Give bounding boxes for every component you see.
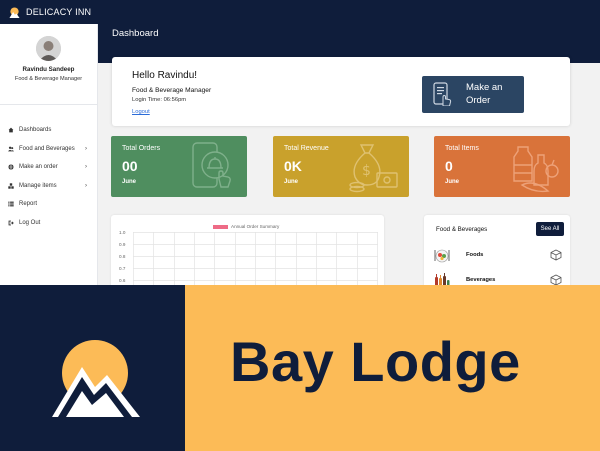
sidebar-item-food-and-beverages[interactable]: Food and Beverages › <box>0 140 97 159</box>
main-content: Dashboard Hello Ravindu! Food & Beverage… <box>98 24 600 285</box>
phone-food-order-icon <box>192 142 231 188</box>
card-period: June <box>284 179 299 185</box>
avatar[interactable] <box>36 36 61 61</box>
greeting-text: Hello Ravindu! <box>132 70 198 81</box>
card-title: Total Items <box>445 145 479 152</box>
top-app-bar: DELICACY INN <box>0 0 600 24</box>
list-item-beverages[interactable]: Beverages <box>434 272 562 285</box>
app-logo-icon <box>9 6 20 18</box>
chevron-right-icon: › <box>85 145 87 152</box>
sidebar-item-label: Manage items <box>19 182 57 189</box>
food-plate-icon <box>434 249 450 263</box>
sidebar-item-label: Dashboards <box>19 127 52 134</box>
y-tick-label: 1.0 <box>119 230 126 235</box>
y-tick-label: 0.6 <box>119 278 126 283</box>
sidebar-item-label: Log Out <box>19 219 41 226</box>
cubes-icon <box>8 183 14 189</box>
list-item-label: Beverages <box>466 277 496 283</box>
avatar-photo-icon <box>36 36 61 61</box>
bottles-icon <box>435 273 450 285</box>
app-title: DELICACY INN <box>26 7 92 17</box>
sidebar-item-dashboards[interactable]: Dashboards <box>0 121 97 140</box>
profile-role: Food & Beverage Manager <box>14 76 83 82</box>
grocery-items-icon <box>513 146 559 193</box>
card-value: 0 <box>445 158 453 174</box>
sidebar-item-make-an-order[interactable]: Make an order › <box>0 158 97 177</box>
logout-link[interactable]: Logout <box>132 109 150 115</box>
list-icon <box>8 201 14 207</box>
brand-logo-panel <box>0 285 185 451</box>
mountain-sun-logo-icon <box>52 340 140 417</box>
sidebar-item-log-out[interactable]: Log Out <box>0 214 97 233</box>
see-all-button[interactable]: See All <box>536 222 564 236</box>
stat-card-total-orders: Total Orders 00 June <box>111 136 247 197</box>
home-icon <box>8 127 14 133</box>
panel-title: Food & Beverages <box>436 226 488 233</box>
sidebar-item-label: Report <box>19 201 38 208</box>
card-title: Total Orders <box>122 145 161 152</box>
stat-card-total-revenue: Total Revenue 0K June $ <box>273 136 409 197</box>
logout-icon <box>8 220 14 226</box>
y-tick-label: 0.7 <box>119 266 126 271</box>
money-bag-icon: $ <box>349 144 398 193</box>
sidebar: Ravindu Sandeep Food & Beverage Manager … <box>0 24 98 285</box>
annual-order-chart: Annual Order Summary 1.0 0.9 0.8 0.7 0.6 <box>111 215 384 285</box>
sidebar-item-label: Food and Beverages <box>19 145 75 152</box>
y-tick-label: 0.8 <box>119 254 126 259</box>
chevron-right-icon: › <box>85 182 87 189</box>
y-tick-label: 0.9 <box>119 242 126 247</box>
welcome-card: Hello Ravindu! Food & Beverage Manager L… <box>112 57 570 126</box>
main-header: Dashboard <box>98 24 600 44</box>
stat-card-total-items: Total Items 0 June <box>434 136 570 197</box>
user-role-text: Food & Beverage Manager <box>132 87 212 94</box>
legend-swatch <box>213 224 228 229</box>
brand-banner: Bay Lodge <box>0 285 600 451</box>
sidebar-item-label: Make an order <box>19 164 58 171</box>
profile-block: Ravindu Sandeep Food & Beverage Manager <box>0 24 97 105</box>
sidebar-item-report[interactable]: Report <box>0 195 97 214</box>
card-title: Total Revenue <box>284 145 329 152</box>
card-value: 0K <box>284 158 302 174</box>
login-time-text: Login Time: 06:56pm <box>132 97 187 103</box>
globe-icon <box>8 164 14 170</box>
sidebar-item-manage-items[interactable]: Manage items › <box>0 177 97 196</box>
list-item-label: Foods <box>466 252 484 258</box>
legend-label: Annual Order Summary <box>231 224 280 229</box>
users-icon <box>8 146 14 152</box>
card-value: 00 <box>122 158 138 174</box>
page-title: Dashboard <box>112 28 159 39</box>
box-icon[interactable] <box>550 249 562 261</box>
food-beverages-panel: Food & Beverages See All Foods Beverages <box>424 215 570 285</box>
make-order-button[interactable]: Make an Order <box>422 76 524 113</box>
chart-plot-area <box>133 232 378 285</box>
chart-legend[interactable]: Annual Order Summary <box>213 224 279 229</box>
list-item-foods[interactable]: Foods <box>434 247 562 265</box>
svg-text:$: $ <box>362 163 371 179</box>
sidebar-nav: Dashboards Food and Beverages › Make an … <box>0 105 97 232</box>
brand-name: Bay Lodge <box>230 330 521 393</box>
make-order-label: Make an Order <box>466 82 503 106</box>
chevron-right-icon: › <box>85 164 87 171</box>
profile-name: Ravindu Sandeep <box>22 66 75 73</box>
mobile-order-icon <box>433 82 452 106</box>
brand-name-panel: Bay Lodge <box>185 285 600 451</box>
box-icon[interactable] <box>550 274 562 285</box>
card-period: June <box>445 179 460 185</box>
card-period: June <box>122 179 137 185</box>
